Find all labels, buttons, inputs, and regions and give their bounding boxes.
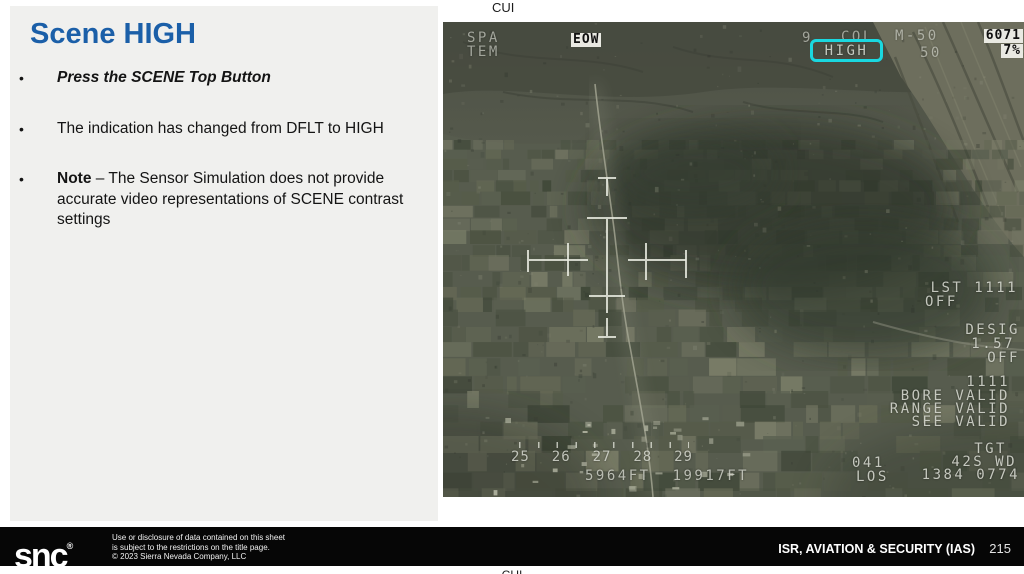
classification-banner-bottom: CUI: [0, 566, 1024, 574]
heading-value: 041: [852, 455, 885, 471]
registered-mark: ®: [66, 541, 74, 551]
altitude-badge: 6071: [983, 28, 1023, 43]
eow-mode-badge: EOW: [571, 32, 602, 47]
desig-label: DESIG: [965, 322, 1020, 338]
desig-value: 1.57: [971, 336, 1015, 352]
bullet-list: Press the SCENE Top Button The indicatio…: [10, 68, 438, 231]
slide-title: Scene HIGH: [30, 18, 196, 50]
percent-badge: 7%: [1001, 43, 1023, 58]
bullet-indication-changed: The indication has changed from DFLT to …: [10, 119, 438, 140]
sensor-video-frame: SPA TEM EOW 9 COL HIGH M-50 50 6071 7% LS…: [443, 22, 1024, 497]
bullet-press-scene: Press the SCENE Top Button: [10, 68, 438, 89]
bullet-text: Press the SCENE Top Button: [57, 69, 271, 86]
spa-tem-status: SPA TEM: [467, 30, 500, 60]
heading-tape-ticks: [519, 442, 689, 448]
slant-range-readout: 19917FT: [672, 468, 750, 484]
bullet-note: Note – The Sensor Simulation does not pr…: [10, 169, 438, 231]
scene-value: HIGH: [824, 42, 869, 59]
range-readouts: 5964FT 19917FT: [585, 468, 749, 484]
classification-banner-top: CUI: [492, 0, 515, 15]
see-valid: SEE VALID: [911, 414, 1010, 430]
mgrs-coords: 1384 0774: [921, 467, 1020, 483]
gain-readout-bottom: 50: [920, 45, 942, 61]
slide-page: CUI Scene HIGH Press the SCENE Top Butto…: [0, 0, 1024, 574]
footer-bar: snc® Use or disclosure of data contained…: [0, 527, 1024, 574]
footer-disclaimer: Use or disclosure of data contained on t…: [112, 533, 285, 561]
heading-tape: 25 26 27 28 29: [511, 449, 693, 465]
altitude-readout: 5964FT: [585, 468, 651, 484]
lst-state: OFF: [925, 294, 958, 310]
bullet-text: – The Sensor Simulation does not provide…: [57, 170, 404, 228]
scene-high-highlight-box: HIGH: [810, 39, 883, 62]
text-panel: Scene HIGH Press the SCENE Top Button Th…: [10, 6, 438, 521]
bullet-text: The indication has changed from DFLT to …: [57, 119, 384, 137]
lst-code: LST 1111: [930, 280, 1018, 296]
desig-state: OFF: [987, 350, 1020, 366]
gain-readout-top: M-50: [895, 28, 939, 44]
page-number: 215: [989, 541, 1011, 556]
los-label: LOS: [856, 469, 889, 485]
bullet-lead: Note: [57, 170, 92, 187]
footer-org: ISR, AVIATION & SECURITY (IAS): [778, 542, 975, 556]
laser-code: 1111: [966, 374, 1010, 390]
